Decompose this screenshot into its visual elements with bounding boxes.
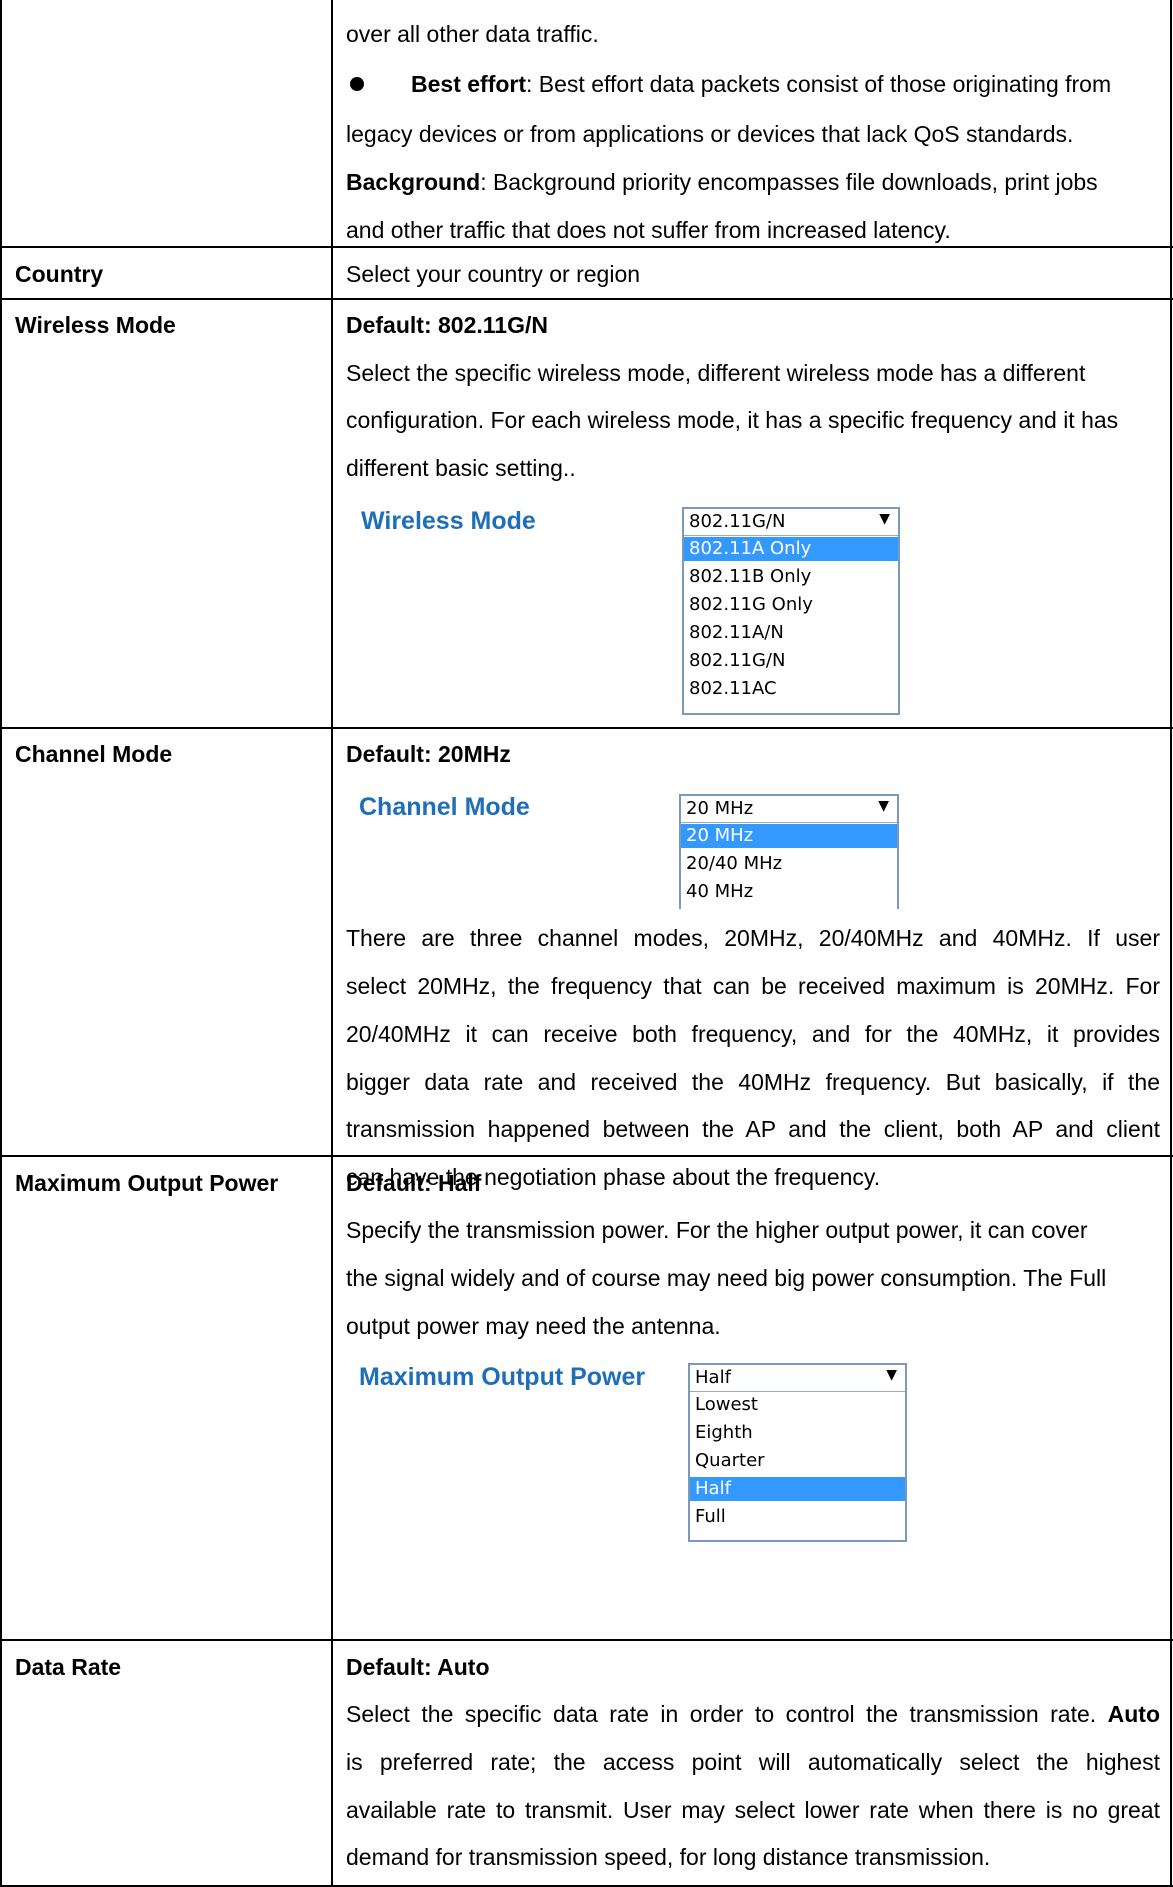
intro-line: over all other data traffic. <box>346 21 599 47</box>
row-divider <box>0 1155 1173 1157</box>
max-output-power-option[interactable]: Quarter <box>690 1449 905 1473</box>
wireless-mode-selected-value: 802.11G/N <box>689 511 786 532</box>
max-output-power-desc-3: output power may need the antenna. <box>346 1313 721 1339</box>
background-paragraph: Background: Background priority encompas… <box>346 168 1098 196</box>
max-output-power-option[interactable]: Lowest <box>690 1393 905 1417</box>
row-label-country: Country <box>15 261 104 287</box>
settings-table: over all other data traffic. Best effort… <box>0 0 1173 1887</box>
channel-mode-option[interactable]: 20/40 MHz <box>681 852 897 876</box>
max-output-power-dropdown[interactable]: Half ▼ Lowest Eighth Quarter Half Full <box>688 1363 907 1542</box>
wireless-mode-desc-1: Select the specific wireless mode, diffe… <box>346 360 1086 386</box>
row-divider <box>0 727 1173 729</box>
row-label-wireless-mode: Wireless Mode <box>15 312 176 338</box>
country-desc: Select your country or region <box>346 261 641 287</box>
max-output-power-desc-2: the signal widely and of course may need… <box>346 1265 1107 1291</box>
data-rate-desc-2: is preferred rate; the access point will… <box>346 1749 1160 1775</box>
max-output-power-option[interactable]: Full <box>690 1505 905 1529</box>
best-effort-text: : Best effort data packets consist of th… <box>526 71 1112 97</box>
dropdown-arrow-icon[interactable]: ▼ <box>886 1367 897 1383</box>
channel-mode-desc-4: bigger data rate and received the 40MHz … <box>346 1069 1160 1095</box>
row-label-channel-mode: Channel Mode <box>15 741 173 767</box>
row-divider <box>0 298 1173 300</box>
channel-mode-dropdown[interactable]: 20 MHz ▼ 20 MHz 20/40 MHz 40 MHz <box>679 794 899 909</box>
channel-mode-default: Default: 20MHz <box>346 741 511 767</box>
max-output-power-default: Default: Half <box>346 1170 482 1196</box>
row-label-max-output-power: Maximum Output Power <box>15 1170 279 1196</box>
table-border-right <box>1170 0 1172 1887</box>
data-rate-desc-4: demand for transmission speed, for long … <box>346 1844 991 1870</box>
channel-mode-desc-2: select 20MHz, the frequency that can be … <box>346 973 1160 999</box>
best-effort-paragraph: Best effort: Best effort data packets co… <box>411 70 1158 98</box>
wireless-mode-dropdown[interactable]: 802.11G/N ▼ 802.11A Only 802.11B Only 80… <box>682 507 900 715</box>
wireless-mode-option[interactable]: 802.11G/N <box>684 649 898 673</box>
channel-mode-desc-1: There are three channel modes, 20MHz, 20… <box>346 925 1160 951</box>
channel-mode-shot-label: Channel Mode <box>359 793 530 821</box>
table-border-left <box>0 0 2 1887</box>
channel-mode-option[interactable]: 20 MHz <box>681 824 897 848</box>
column-divider <box>331 0 333 1887</box>
background-line2: and other traffic that does not suffer f… <box>346 217 951 243</box>
wireless-mode-option[interactable]: 802.11A Only <box>684 537 898 561</box>
row-divider <box>0 246 1173 248</box>
max-output-power-selected-value: Half <box>695 1367 731 1388</box>
wireless-mode-option[interactable]: 802.11G Only <box>684 593 898 617</box>
wireless-mode-desc-2: configuration. For each wireless mode, i… <box>346 407 1119 433</box>
channel-mode-desc-3: 20/40MHz it can receive both frequency, … <box>346 1021 1160 1047</box>
bullet-dot <box>350 77 364 91</box>
background-text: : Background priority encompasses file d… <box>480 169 1098 195</box>
max-output-power-option[interactable]: Eighth <box>690 1421 905 1445</box>
channel-mode-option[interactable]: 40 MHz <box>681 880 897 904</box>
data-rate-desc-1-text: Select the specific data rate in order t… <box>346 1701 1108 1727</box>
row-label-data-rate: Data Rate <box>15 1654 122 1680</box>
data-rate-desc-3: available rate to transmit. User may sel… <box>346 1797 1160 1823</box>
wireless-mode-select[interactable]: 802.11G/N ▼ <box>684 509 898 536</box>
wireless-mode-option[interactable]: 802.11AC <box>684 677 898 701</box>
max-output-power-desc-1: Specify the transmission power. For the … <box>346 1217 1088 1243</box>
max-output-power-option[interactable]: Half <box>690 1477 905 1501</box>
data-rate-desc-1: Select the specific data rate in order t… <box>346 1700 1160 1728</box>
channel-mode-desc-5: transmission happened between the AP and… <box>346 1116 1160 1142</box>
wireless-mode-shot-label: Wireless Mode <box>361 507 536 535</box>
channel-mode-select[interactable]: 20 MHz ▼ <box>681 796 897 823</box>
dropdown-arrow-icon[interactable]: ▼ <box>879 511 890 527</box>
best-effort-line2: legacy devices or from applications or d… <box>346 121 1074 147</box>
wireless-mode-desc-3: different basic setting.. <box>346 455 576 481</box>
max-output-power-shot-label: Maximum Output Power <box>359 1363 646 1391</box>
wireless-mode-default: Default: 802.11G/N <box>346 312 548 338</box>
data-rate-auto-term: Auto <box>1107 1701 1160 1727</box>
wireless-mode-option[interactable]: 802.11B Only <box>684 565 898 589</box>
background-term: Background <box>346 169 481 195</box>
channel-mode-selected-value: 20 MHz <box>686 798 754 819</box>
wireless-mode-option[interactable]: 802.11A/N <box>684 621 898 645</box>
max-output-power-select[interactable]: Half ▼ <box>690 1365 905 1392</box>
data-rate-default: Default: Auto <box>346 1654 490 1680</box>
best-effort-term: Best effort <box>411 71 527 97</box>
dropdown-arrow-icon[interactable]: ▼ <box>878 798 889 814</box>
row-divider <box>0 1639 1173 1641</box>
